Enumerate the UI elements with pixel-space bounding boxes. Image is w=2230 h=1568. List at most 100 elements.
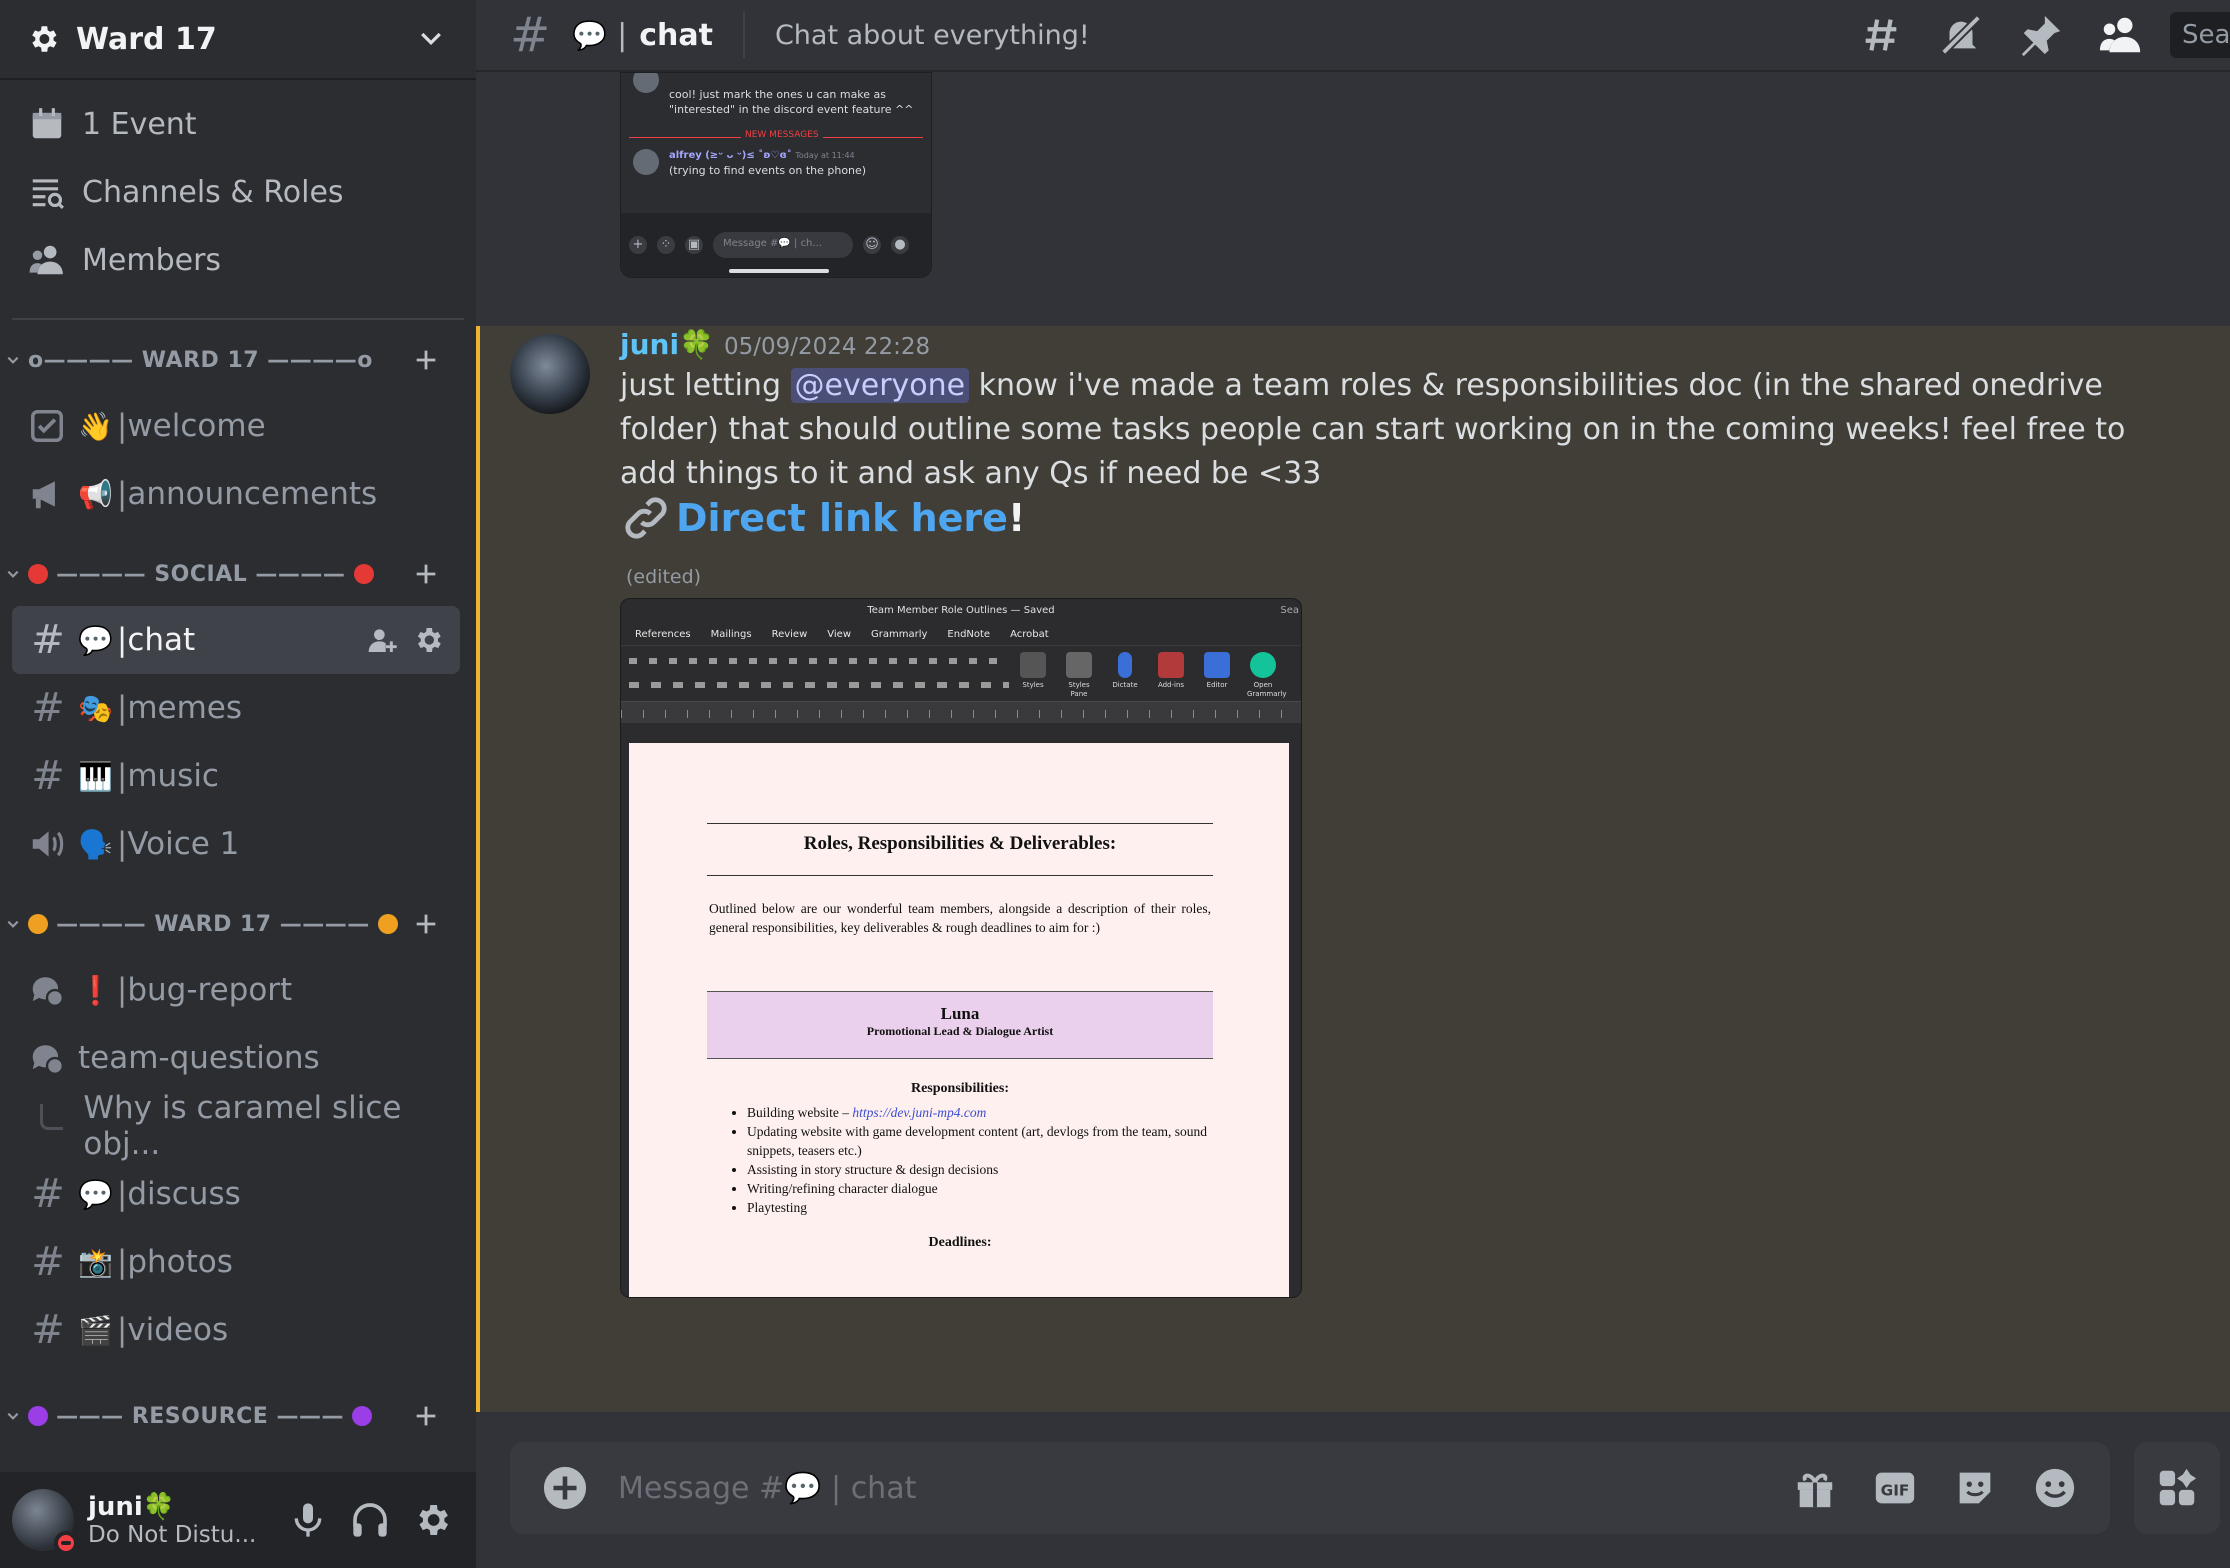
doc-page: Roles, Responsibilities & Deliverables: …	[629, 743, 1289, 1297]
author-name[interactable]: juni🍀	[620, 328, 714, 361]
forum-icon	[32, 1045, 65, 1076]
emoji-icon: ☺	[863, 236, 881, 254]
calendar-icon	[32, 108, 62, 139]
member-list-icon[interactable]	[2098, 12, 2144, 58]
pin-icon[interactable]	[2018, 12, 2064, 58]
message-highlighted[interactable]: juni🍀 05/09/2024 22:28 just letting @ever…	[476, 326, 2230, 1412]
channel-discuss[interactable]: # 💬 |discuss	[12, 1160, 460, 1228]
responsibilities-heading: Responsibilities:	[910, 1081, 1009, 1096]
channel-settings-gear-icon[interactable]	[412, 624, 444, 656]
megaphone-icon	[32, 481, 55, 509]
channel-name: |memes	[116, 690, 243, 726]
member-card: Luna Promotional Lead & Dialogue Artist	[707, 991, 1213, 1059]
category-social[interactable]: ———— SOCIAL ————	[0, 542, 476, 606]
doc-ribbon-button: Open Grammarly	[1247, 652, 1286, 699]
embed-time: Today at 11:44	[795, 151, 855, 160]
doc-ribbon-button: Add-ins	[1155, 652, 1187, 699]
channel-announcements[interactable]: 📢 |announcements	[12, 460, 460, 528]
sidebar-divider	[12, 318, 464, 320]
doc-ribbon-label: Styles Pane	[1068, 681, 1090, 698]
thread-item[interactable]: Why is caramel slice obj...	[0, 1090, 476, 1162]
hash-icon: #	[31, 1307, 65, 1353]
channel-voice1[interactable]: 🗣️ |Voice 1	[12, 810, 460, 878]
gift-icon[interactable]	[1792, 1465, 1838, 1511]
embed-composer: + ⁘ ▣ Message #💬 | ch... ☺ ●	[621, 213, 931, 277]
channel-videos[interactable]: # 🎬 |videos	[12, 1296, 460, 1364]
members-icon	[29, 245, 63, 275]
category-resource[interactable]: ——— RESOURCE ———	[0, 1384, 476, 1448]
message-input[interactable]: Message #💬 | chat	[618, 1471, 1792, 1506]
members-label: Members	[82, 242, 222, 278]
add-channel-icon[interactable]	[412, 1402, 440, 1430]
channel-emoji: 🗣️	[78, 827, 113, 861]
channel-photos[interactable]: # 📸 |photos	[12, 1228, 460, 1296]
channel-sidebar: Ward 17 1 Event Channels & Roles Members…	[0, 0, 476, 1568]
threads-icon[interactable]	[1858, 12, 1904, 58]
channel-welcome[interactable]: 👋 |welcome	[12, 392, 460, 460]
editor-icon	[1204, 652, 1230, 678]
previous-image-attachment[interactable]: cool! just mark the ones u can make as "…	[620, 72, 932, 278]
chevron-down-icon	[421, 32, 441, 46]
apps-button[interactable]	[2134, 1442, 2220, 1534]
channel-music[interactable]: # 🎹 |music	[12, 742, 460, 810]
notification-bell-muted-icon[interactable]	[1938, 12, 1984, 58]
rules-icon	[31, 410, 63, 442]
forum-icon	[32, 977, 65, 1008]
microphone-icon[interactable]	[288, 1500, 328, 1540]
events-item[interactable]: 1 Event	[0, 90, 476, 158]
doc-heading: Roles, Responsibilities & Deliverables:	[803, 833, 1117, 854]
sticker-icon[interactable]	[1952, 1465, 1998, 1511]
document-image-attachment[interactable]: Team Member Role Outlines — Saved Sea Re…	[620, 598, 1302, 1298]
doc-tab: Grammarly	[871, 628, 928, 640]
doc-tab: Review	[771, 628, 808, 640]
invite-icon[interactable]	[366, 624, 398, 656]
mic-icon: ●	[891, 236, 909, 254]
add-channel-icon[interactable]	[412, 560, 440, 588]
list-item: Building website – https://dev.juni-mp4.…	[747, 1103, 1217, 1122]
embed-author-line: alfrey (≥ᵕ ᴗ ᵕ)≤ ˚ʚ♡ɞ˚ Today at 11:44	[669, 147, 931, 163]
caret-down-icon	[7, 920, 19, 928]
doc-ribbon-tabs: References Mailings Review View Grammarl…	[621, 623, 1301, 645]
search-box[interactable]: Sea	[2170, 12, 2230, 58]
dnd-status-icon	[54, 1531, 78, 1555]
channel-topic[interactable]: Chat about everything!	[775, 20, 1858, 51]
message-list: cool! just mark the ones u can make as "…	[476, 72, 2230, 1412]
hash-icon: #	[31, 1239, 65, 1285]
thread-spine	[40, 1104, 64, 1130]
website-link: https://dev.juni-mp4.com	[852, 1105, 987, 1120]
channels-roles-item[interactable]: Channels & Roles	[0, 158, 476, 226]
channel-team-questions[interactable]: team-questions	[12, 1024, 460, 1092]
channel-bug-report[interactable]: ❗ |bug-report	[12, 956, 460, 1024]
message-timestamp: 05/09/2024 22:28	[723, 334, 931, 360]
apps-icon: ⁘	[657, 236, 675, 254]
deadlines-heading: Deadlines:	[928, 1235, 992, 1250]
author-avatar[interactable]	[510, 334, 590, 414]
list-item: Updating website with game development c…	[747, 1122, 1217, 1160]
gif-icon[interactable]: GIF	[1872, 1465, 1918, 1511]
channel-header: # 💬 | chat Chat about everything! Sea	[476, 0, 2230, 72]
add-channel-icon[interactable]	[412, 910, 440, 938]
headphones-icon[interactable]	[350, 1500, 390, 1540]
user-info[interactable]: juni🍀 Do Not Distu...	[88, 1492, 288, 1548]
doc-tab: Mailings	[710, 628, 752, 640]
emoji-icon[interactable]	[2032, 1465, 2078, 1511]
user-avatar[interactable]	[12, 1489, 78, 1555]
doc-ribbon-button: Editor	[1201, 652, 1233, 699]
attach-plus-icon[interactable]	[542, 1465, 588, 1511]
user-status: Do Not Distu...	[88, 1522, 257, 1548]
channel-chat[interactable]: # 💬 |chat	[12, 606, 460, 674]
direct-link[interactable]: Direct link here	[676, 496, 1008, 540]
category-ward17[interactable]: ———— WARD 17 ————	[0, 892, 476, 956]
list-item: Playtesting	[747, 1198, 1217, 1217]
members-item[interactable]: Members	[0, 226, 476, 294]
everyone-mention[interactable]: @everyone	[790, 368, 970, 403]
responsibilities-list: Building website – https://dev.juni-mp4.…	[747, 1103, 1217, 1217]
server-header[interactable]: Ward 17	[0, 0, 476, 80]
user-settings-gear-icon[interactable]	[412, 1500, 452, 1540]
category-ward17-top[interactable]: o———— WARD 17 ————o	[0, 328, 476, 392]
channel-emoji: 💬	[572, 18, 608, 52]
add-channel-icon[interactable]	[412, 346, 440, 374]
doc-title: Team Member Role Outlines — Saved	[867, 605, 1055, 616]
doc-rule	[707, 875, 1213, 876]
channel-memes[interactable]: # 🎭 |memes	[12, 674, 460, 742]
